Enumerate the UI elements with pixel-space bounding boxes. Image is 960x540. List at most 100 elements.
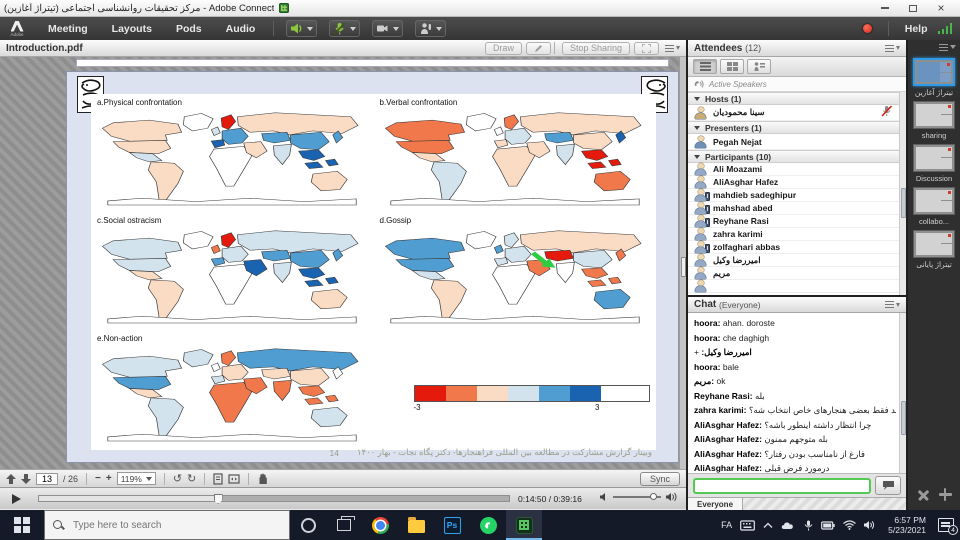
next-page-button[interactable] (21, 474, 31, 484)
menu-layouts[interactable]: Layouts (100, 23, 164, 35)
active-speakers-bar[interactable]: Active Speakers (688, 77, 906, 92)
microphone-tray-icon[interactable] (804, 520, 813, 531)
taskbar-search-box[interactable] (44, 510, 290, 540)
chat-header: Chat (Everyone) (688, 297, 906, 313)
layout-thumbnail-5[interactable] (913, 230, 955, 258)
microphone-dropdown-caret[interactable] (350, 27, 356, 31)
draw-button[interactable]: Draw (485, 42, 522, 55)
share-pod-menu-button[interactable] (665, 45, 680, 52)
pointer-tool-button[interactable] (526, 42, 551, 55)
rotate-right-button[interactable]: ↻ (187, 472, 196, 485)
layout-thumbnail-4[interactable] (913, 187, 955, 215)
chat-send-button[interactable] (875, 476, 901, 495)
attendee-status-view-button[interactable] (747, 59, 771, 74)
attendee-row[interactable]: Ali Moazami (688, 163, 906, 176)
cortana-button[interactable] (290, 510, 326, 540)
clock[interactable]: 6:57 PM 5/23/2021 (884, 515, 930, 535)
attendee-row[interactable]: mahshad abed (688, 202, 906, 215)
wifi-icon[interactable] (843, 520, 856, 530)
file-explorer-taskbar-button[interactable] (398, 510, 434, 540)
action-center-icon[interactable]: 4 (938, 518, 954, 532)
adobe-connect-taskbar-button[interactable] (506, 510, 542, 540)
menu-pods[interactable]: Pods (164, 23, 214, 35)
volume-slider[interactable] (613, 496, 661, 498)
volume-loud-icon[interactable] (666, 492, 678, 502)
microphone-button[interactable] (329, 20, 360, 37)
menu-meeting[interactable]: Meeting (36, 23, 100, 35)
search-input[interactable] (71, 519, 281, 532)
group-header-participants[interactable]: Participants (10) (688, 150, 906, 163)
chat-pod-menu-button[interactable] (885, 301, 900, 308)
attendees-pod-menu-button[interactable] (885, 45, 900, 52)
zoom-level-select[interactable]: 119% (117, 472, 156, 485)
rotate-left-button[interactable]: ↺ (173, 472, 182, 485)
attendee-row[interactable]: mahdieb sadeghipur (688, 189, 906, 202)
attendee-row[interactable]: zolfaghari abbas (688, 241, 906, 254)
attendee-row[interactable] (688, 280, 906, 293)
region-centralasia (262, 368, 291, 379)
connection-signal-icon[interactable] (938, 23, 953, 34)
attendee-row[interactable]: zahra karimi (688, 228, 906, 241)
menu-audio[interactable]: Audio (214, 23, 268, 35)
playback-progress-track[interactable] (38, 495, 510, 502)
speaker-tray-icon[interactable] (864, 520, 876, 530)
onedrive-cloud-icon[interactable] (781, 520, 796, 530)
layout-thumbnail-1[interactable] (913, 58, 955, 86)
touch-keyboard-icon[interactable] (740, 520, 755, 531)
show-hidden-icons-chevron[interactable] (763, 522, 773, 529)
status-dropdown-caret[interactable] (436, 27, 442, 31)
attendee-row[interactable]: مریم (688, 267, 906, 280)
attendee-row[interactable]: سینا محمودیان (688, 105, 906, 121)
group-header-hosts[interactable]: Hosts (1) (688, 92, 906, 105)
task-view-button[interactable] (326, 510, 362, 540)
webcam-dropdown-caret[interactable] (393, 27, 399, 31)
stop-sharing-button[interactable]: Stop Sharing (562, 42, 630, 55)
start-button[interactable] (0, 510, 44, 540)
photoshop-taskbar-button[interactable]: Ps (434, 510, 470, 540)
speaker-button[interactable] (286, 20, 317, 37)
attendee-row[interactable]: Pegah Nejat (688, 134, 906, 150)
speaker-dropdown-caret[interactable] (307, 27, 313, 31)
page-number-input[interactable] (36, 473, 58, 485)
attendees-scrollbar[interactable] (899, 92, 906, 295)
minimize-button[interactable] (878, 2, 892, 14)
pan-hand-button[interactable] (257, 473, 268, 485)
status-raise-hand-button[interactable] (415, 20, 446, 37)
volume-mute-icon[interactable] (600, 492, 608, 502)
attendee-row[interactable]: Reyhane Rasi (688, 215, 906, 228)
fit-page-button[interactable] (213, 473, 223, 485)
attendee-list-view-button[interactable] (693, 59, 717, 74)
language-indicator[interactable]: FA (721, 520, 732, 530)
close-layout-bar-icon[interactable] (918, 489, 929, 500)
zoom-out-button[interactable]: − (95, 474, 101, 484)
attendee-row[interactable]: امیررضا وکیل (688, 254, 906, 267)
previous-page-button[interactable] (6, 474, 16, 484)
chrome-taskbar-button[interactable] (362, 510, 398, 540)
sync-button[interactable]: Sync (640, 472, 680, 486)
close-button[interactable]: × (934, 2, 948, 14)
map-title: c.Social ostracism (97, 215, 368, 226)
group-header-presenters[interactable]: Presenters (1) (688, 121, 906, 134)
chat-input[interactable] (693, 478, 871, 494)
region-greenland (183, 349, 213, 367)
layout-thumbnail-2[interactable] (913, 101, 955, 129)
maximize-button[interactable] (906, 2, 920, 14)
layout-bar-menu-button[interactable] (908, 40, 960, 54)
fullscreen-button[interactable] (634, 42, 659, 55)
help-menu[interactable]: Help (905, 23, 928, 35)
whatsapp-taskbar-button[interactable] (470, 510, 506, 540)
attendee-grid-view-button[interactable] (720, 59, 744, 74)
stage-scrollbar[interactable] (679, 57, 686, 469)
playback-scrubber[interactable] (214, 494, 223, 504)
battery-icon[interactable] (821, 521, 835, 530)
layout-thumbnail-3[interactable] (913, 144, 955, 172)
zoom-in-button[interactable]: + (106, 474, 112, 484)
attendee-row[interactable]: AliAsghar Hafez (688, 176, 906, 189)
chat-tab-everyone[interactable]: Everyone (688, 498, 743, 510)
chat-scrollbar[interactable] (899, 313, 906, 473)
legend-swatch (415, 386, 446, 401)
fit-width-button[interactable] (228, 473, 240, 485)
play-button[interactable] (12, 494, 21, 504)
add-layout-icon[interactable] (940, 489, 951, 500)
webcam-button[interactable] (372, 20, 403, 37)
